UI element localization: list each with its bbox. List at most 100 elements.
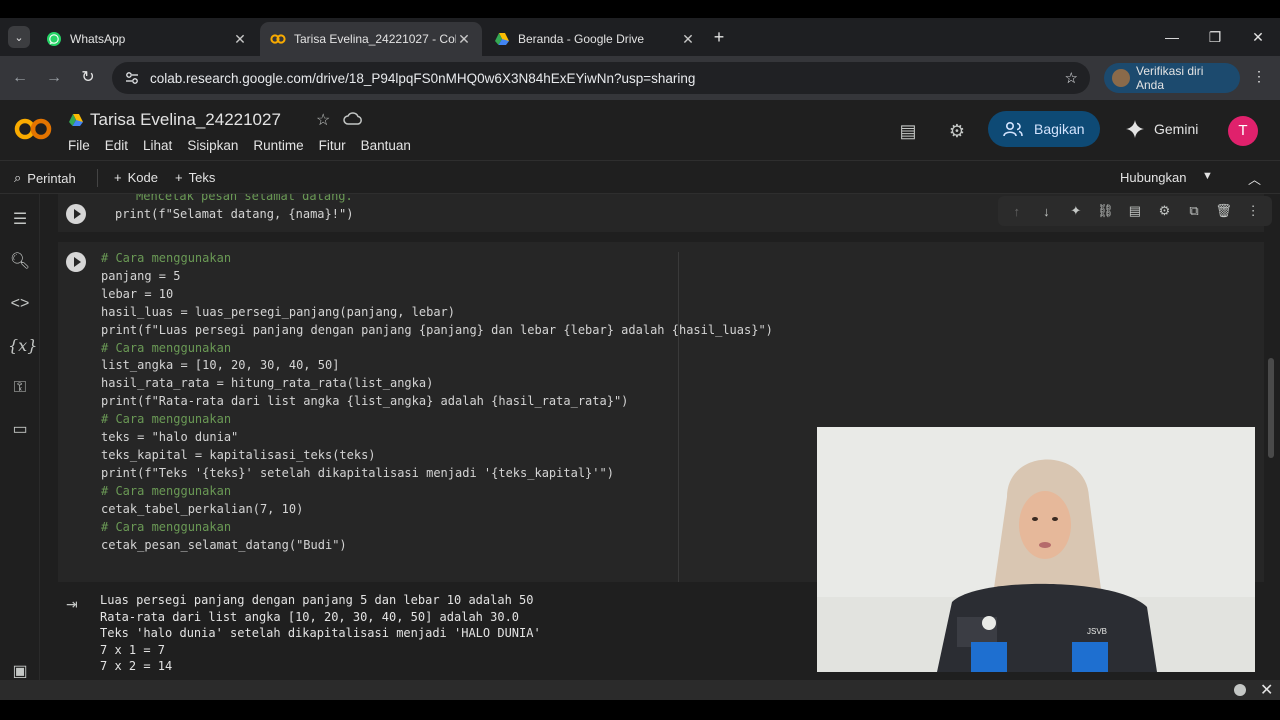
add-code-label: Kode (127, 170, 158, 185)
output-line: Rata-rata dari list angka [10, 20, 30, 4… (100, 609, 520, 624)
code-line: print(f"Selamat datang, {nama}!") (115, 206, 354, 221)
tab-whatsapp[interactable]: WhatsApp ✕ (36, 22, 258, 56)
divider (97, 169, 98, 187)
plus-icon: + (175, 170, 183, 185)
gemini-label: Gemini (1154, 121, 1199, 137)
clear-output-icon[interactable]: ⇥ (66, 596, 88, 614)
menu-file[interactable]: File (68, 138, 90, 153)
share-label: Bagikan (1034, 121, 1085, 137)
output-text: Luas persegi panjang dengan panjang 5 da… (100, 592, 541, 675)
close-window-icon[interactable]: ✕ (1246, 26, 1270, 48)
star-icon[interactable]: ☆ (316, 110, 330, 130)
comment-icon[interactable]: ▤ (897, 120, 919, 142)
chevron-up-icon[interactable]: ︿ (1248, 169, 1261, 188)
whatsapp-icon (47, 32, 61, 46)
move-up-icon[interactable]: ↑ (1007, 204, 1027, 219)
code-editor[interactable]: Mencetak pesan selamat datang. print(f"S… (115, 194, 353, 224)
bookmark-star-icon[interactable]: ☆ (1065, 69, 1078, 87)
verify-profile-button[interactable]: Verifikasi diri Anda (1104, 63, 1240, 93)
link-icon[interactable]: ⛓ (1095, 203, 1115, 219)
gemini-button[interactable]: Gemini (1120, 111, 1212, 147)
code-snippets-icon[interactable]: <> (8, 292, 32, 316)
menu-help[interactable]: Bantuan (361, 138, 411, 153)
address-bar[interactable]: colab.research.google.com/drive/18_P94lp… (112, 62, 1090, 94)
restore-icon[interactable]: ❐ (1203, 26, 1227, 48)
code-line: cetak_tabel_perkalian(7, 10) (101, 501, 304, 516)
scrollbar-thumb[interactable] (1268, 358, 1274, 458)
menu-bar: File Edit Lihat Sisipkan Runtime Fitur B… (68, 138, 411, 153)
cloud-save-icon[interactable] (343, 110, 363, 128)
tab-drive[interactable]: Beranda - Google Drive ✕ (484, 22, 706, 56)
drive-icon[interactable] (68, 112, 84, 128)
record-indicator-icon[interactable] (1234, 684, 1246, 696)
find-replace-icon[interactable]: 🔍︎ (8, 250, 32, 274)
code-editor[interactable]: # Cara menggunakan panjang = 5 lebar = 1… (101, 250, 773, 554)
caret-down-icon[interactable]: ▼ (1202, 170, 1213, 182)
table-of-contents-icon[interactable]: ☰ (8, 208, 32, 232)
tab-colab[interactable]: Tarisa Evelina_24221027 - Colab ✕ (260, 22, 482, 56)
close-tab-icon[interactable]: ✕ (680, 31, 696, 48)
browser-menu-icon[interactable]: ⋮ (1252, 68, 1266, 85)
settings-gear-icon[interactable]: ⚙ (946, 120, 968, 142)
delete-trash-icon[interactable]: 🗑︎ (1214, 203, 1234, 219)
add-text-label: Teks (188, 170, 216, 185)
add-code-button[interactable]: + Kode (114, 170, 158, 185)
command-bar: ⌕ Perintah + Kode + Teks Hubungkan ▼ ︿ (0, 160, 1280, 194)
code-cell-previous[interactable]: Mencetak pesan selamat datang. print(f"S… (58, 194, 1272, 232)
output-line: 7 x 2 = 14 (100, 659, 173, 674)
reload-icon[interactable]: ↻ (76, 66, 100, 90)
status-bar (0, 680, 1280, 700)
secrets-key-icon[interactable]: ⚿ (8, 376, 32, 400)
command-palette-button[interactable]: ⌕ Perintah (14, 170, 76, 186)
code-line: print(f"Teks '{teks}' setelah dikapitali… (101, 465, 614, 480)
mirror-cell-icon[interactable]: ⧉ (1184, 203, 1204, 219)
site-info-icon[interactable] (124, 70, 140, 86)
browser-toolbar: ← → ↻ colab.research.google.com/drive/18… (0, 56, 1280, 100)
output-line: 7 x 1 = 7 (100, 642, 166, 657)
menu-view[interactable]: Lihat (143, 138, 172, 153)
settings-gear-icon[interactable]: ⚙ (1155, 203, 1175, 219)
code-line: print(f"Luas persegi panjang dengan panj… (101, 322, 773, 337)
move-down-icon[interactable]: ↓ (1036, 204, 1056, 219)
url-text: colab.research.google.com/drive/18_P94lp… (150, 70, 696, 86)
code-line: # Cara menggunakan (101, 251, 232, 265)
close-tab-icon[interactable]: ✕ (232, 31, 248, 48)
variables-icon[interactable]: {x} (8, 334, 37, 358)
close-tab-icon[interactable]: ✕ (456, 31, 472, 48)
colab-logo[interactable] (14, 116, 52, 142)
run-cell-button[interactable] (66, 204, 86, 224)
more-options-icon[interactable]: ⋮ (1243, 203, 1263, 219)
back-icon[interactable]: ← (8, 66, 32, 90)
tab-strip: ⌄ WhatsApp ✕ Tarisa Evelina_24221027 - C… (0, 18, 1280, 56)
code-line: teks = "halo dunia" (101, 430, 239, 445)
people-icon (1003, 121, 1023, 137)
menu-insert[interactable]: Sisipkan (187, 138, 238, 153)
menu-runtime[interactable]: Runtime (253, 138, 303, 153)
files-folder-icon[interactable]: ▭ (8, 418, 32, 442)
user-avatar[interactable]: T (1228, 116, 1258, 146)
forward-icon[interactable]: → (42, 66, 66, 90)
plus-icon: + (114, 170, 122, 185)
minimize-icon[interactable]: — (1160, 26, 1184, 48)
code-line: # Cara menggunakan (101, 340, 232, 355)
run-cell-button[interactable] (66, 252, 86, 272)
presenter-video-image: JSVB (817, 427, 1255, 672)
sparkle-icon[interactable]: ✦ (1066, 203, 1086, 219)
comment-icon[interactable]: ▤ (1125, 203, 1145, 219)
menu-edit[interactable]: Edit (105, 138, 128, 153)
tab-title: WhatsApp (70, 32, 126, 46)
tab-search-menu-button[interactable]: ⌄ (8, 26, 30, 48)
code-line: # Cara menggunakan (101, 519, 232, 534)
code-line: list_angka = [10, 20, 30, 40, 50] (101, 358, 340, 373)
line-length-ruler (678, 252, 679, 582)
new-tab-button[interactable]: + (708, 26, 730, 48)
notebook-title[interactable]: Tarisa Evelina_24221027 (90, 110, 281, 130)
menu-tools[interactable]: Fitur (319, 138, 346, 153)
tab-title: Beranda - Google Drive (518, 32, 645, 46)
add-text-button[interactable]: + Teks (175, 170, 215, 185)
connect-button[interactable]: Hubungkan (1120, 170, 1187, 185)
drive-icon (495, 33, 509, 45)
share-button[interactable]: Bagikan (988, 111, 1100, 147)
tab-title: Tarisa Evelina_24221027 - Colab (294, 32, 456, 46)
close-overlay-icon[interactable]: ✕ (1260, 680, 1273, 700)
